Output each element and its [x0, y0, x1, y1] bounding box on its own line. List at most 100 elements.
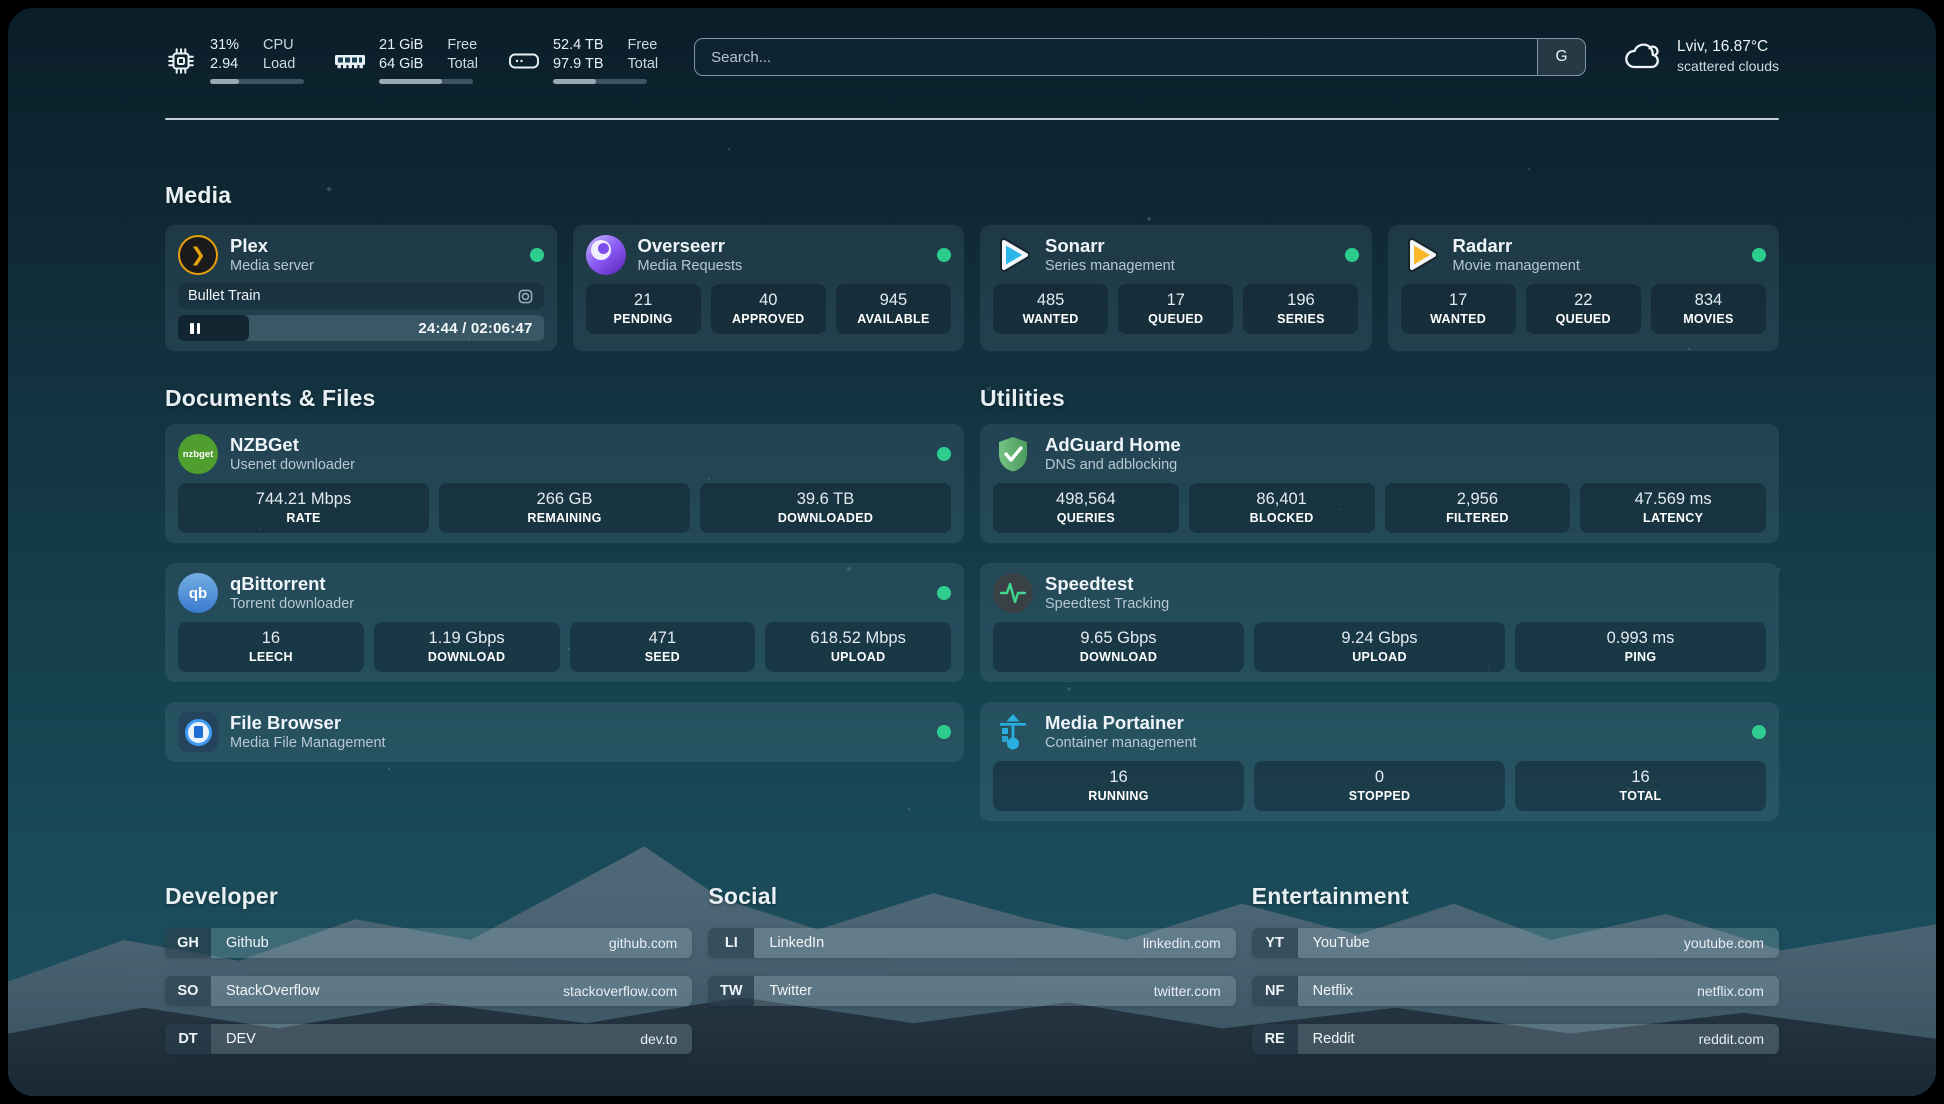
disk-total-label: Total: [628, 55, 659, 74]
bookmark-url: youtube.com: [1684, 928, 1779, 958]
service-name: Speedtest: [1045, 573, 1169, 595]
media-card-row: ❯ Plex Media server Bullet Train: [165, 225, 1779, 351]
sonarr-icon: [993, 235, 1033, 275]
bookmark-name: Netflix: [1298, 976, 1353, 1006]
bookmark-url: linkedin.com: [1143, 928, 1236, 958]
bookmark-youtube[interactable]: YT YouTube youtube.com: [1252, 928, 1779, 958]
bookmark-dev[interactable]: DT DEV dev.to: [165, 1024, 692, 1054]
status-dot: [937, 248, 951, 262]
service-name: AdGuard Home: [1045, 434, 1181, 456]
bookmark-name: Github: [211, 928, 269, 958]
disk-progress-bar: [553, 79, 647, 84]
service-card-nzbget[interactable]: nzbget NZBGet Usenet downloader 744.21 M…: [165, 424, 964, 543]
memory-free-label: Free: [447, 36, 478, 55]
stat-blocked: 86,401 BLOCKED: [1189, 483, 1375, 533]
stat-queued: 17 QUEUED: [1118, 284, 1233, 334]
nzbget-icon: nzbget: [178, 434, 218, 474]
filebrowser-icon: [178, 712, 218, 752]
service-card-portainer[interactable]: Media Portainer Container management 16 …: [980, 702, 1779, 821]
disk-widget: 52.4 TB 97.9 TB Free Total: [508, 36, 658, 84]
weather-condition: scattered clouds: [1677, 58, 1779, 74]
cpu-usage-label: CPU: [263, 36, 295, 55]
service-name: Sonarr: [1045, 235, 1175, 257]
bookmark-github[interactable]: GH Github github.com: [165, 928, 692, 958]
service-card-overseerr[interactable]: Overseerr Media Requests 21 PENDING 40 A…: [573, 225, 965, 351]
disk-progress-fill: [553, 79, 596, 84]
bookmark-abbr: NF: [1252, 976, 1298, 1006]
stat-pending: 21 PENDING: [586, 284, 701, 334]
status-dot: [937, 447, 951, 461]
plex-icon: ❯: [178, 235, 218, 275]
stat-running: 16 RUNNING: [993, 761, 1244, 811]
stat-downloaded: 39.6 TB DOWNLOADED: [700, 483, 951, 533]
search-provider-button[interactable]: G: [1537, 39, 1585, 75]
service-description: Media server: [230, 257, 314, 275]
stat-movies: 834 MOVIES: [1651, 284, 1766, 334]
stat-upload: 9.24 Gbps UPLOAD: [1254, 622, 1505, 672]
disk-free-label: Free: [628, 36, 659, 55]
stat-total: 16 TOTAL: [1515, 761, 1766, 811]
speedtest-pulse-icon: [993, 573, 1033, 613]
stat-download: 9.65 Gbps DOWNLOAD: [993, 622, 1244, 672]
bookmark-reddit[interactable]: RE Reddit reddit.com: [1252, 1024, 1779, 1054]
disk-free-value: 52.4 TB: [553, 36, 604, 55]
bookmark-stackoverflow[interactable]: SO StackOverflow stackoverflow.com: [165, 976, 692, 1006]
status-dot: [1752, 725, 1766, 739]
stat-download: 1.19 Gbps DOWNLOAD: [374, 622, 560, 672]
service-description: Speedtest Tracking: [1045, 595, 1169, 613]
service-name: Plex: [230, 235, 314, 257]
status-dot: [530, 248, 544, 262]
bookmark-twitter[interactable]: TW Twitter twitter.com: [708, 976, 1235, 1006]
bookmark-name: DEV: [211, 1024, 256, 1054]
section-title-social: Social: [708, 883, 1235, 910]
bookmark-netflix[interactable]: NF Netflix netflix.com: [1252, 976, 1779, 1006]
cpu-icon: [165, 46, 197, 76]
pause-icon: [190, 323, 200, 334]
bookmark-linkedin[interactable]: LI LinkedIn linkedin.com: [708, 928, 1235, 958]
adguard-shield-icon: [993, 434, 1033, 474]
service-description: Container management: [1045, 734, 1197, 752]
memory-icon: [334, 46, 366, 76]
service-description: Media Requests: [638, 257, 743, 275]
stat-leech: 16 LEECH: [178, 622, 364, 672]
service-card-plex[interactable]: ❯ Plex Media server Bullet Train: [165, 225, 557, 351]
service-description: DNS and adblocking: [1045, 456, 1181, 474]
search-bar: G: [694, 38, 1586, 76]
bookmark-url: netflix.com: [1697, 976, 1779, 1006]
service-card-qbittorrent[interactable]: qb qBittorrent Torrent downloader 16: [165, 563, 964, 682]
service-description: Series management: [1045, 257, 1175, 275]
resource-widgets: 31% 2.94 CPU Load: [165, 36, 658, 84]
section-title-entertainment: Entertainment: [1252, 883, 1779, 910]
bookmark-url: twitter.com: [1154, 976, 1236, 1006]
service-name: qBittorrent: [230, 573, 354, 595]
service-card-radarr[interactable]: Radarr Movie management 17 WANTED 22 QUE…: [1388, 225, 1780, 351]
bookmark-name: StackOverflow: [211, 976, 319, 1006]
bookmark-abbr: SO: [165, 976, 211, 1006]
memory-progress-fill: [379, 79, 442, 84]
stat-queued: 22 QUEUED: [1526, 284, 1641, 334]
disk-icon: [508, 46, 540, 76]
stat-queries: 498,564 QUERIES: [993, 483, 1179, 533]
bookmark-group-developer: Developer GH Github github.com SO StackO…: [165, 883, 692, 1054]
status-dot: [1345, 248, 1359, 262]
cpu-widget: 31% 2.94 CPU Load: [165, 36, 304, 84]
service-description: Torrent downloader: [230, 595, 354, 613]
status-dot: [1752, 248, 1766, 262]
memory-free-value: 21 GiB: [379, 36, 423, 55]
bookmark-group-social: Social LI LinkedIn linkedin.com TW Twitt…: [708, 883, 1235, 1054]
service-name: Radarr: [1453, 235, 1580, 257]
cpu-load-value: 2.94: [210, 55, 239, 74]
service-card-adguard[interactable]: AdGuard Home DNS and adblocking 498,564 …: [980, 424, 1779, 543]
stat-upload: 618.52 Mbps UPLOAD: [765, 622, 951, 672]
search-input[interactable]: [695, 39, 1537, 75]
memory-total-value: 64 GiB: [379, 55, 423, 74]
service-card-speedtest[interactable]: Speedtest Speedtest Tracking 9.65 Gbps D…: [980, 563, 1779, 682]
playback-time: 24:44 / 02:06:47: [418, 315, 532, 341]
service-card-filebrowser[interactable]: File Browser Media File Management: [165, 702, 964, 762]
bookmark-abbr: DT: [165, 1024, 211, 1054]
cpu-usage-value: 31%: [210, 36, 239, 55]
bookmark-url: dev.to: [640, 1024, 692, 1054]
memory-total-label: Total: [447, 55, 478, 74]
service-card-sonarr[interactable]: Sonarr Series management 485 WANTED 17 Q…: [980, 225, 1372, 351]
portainer-crane-icon: [993, 712, 1033, 752]
